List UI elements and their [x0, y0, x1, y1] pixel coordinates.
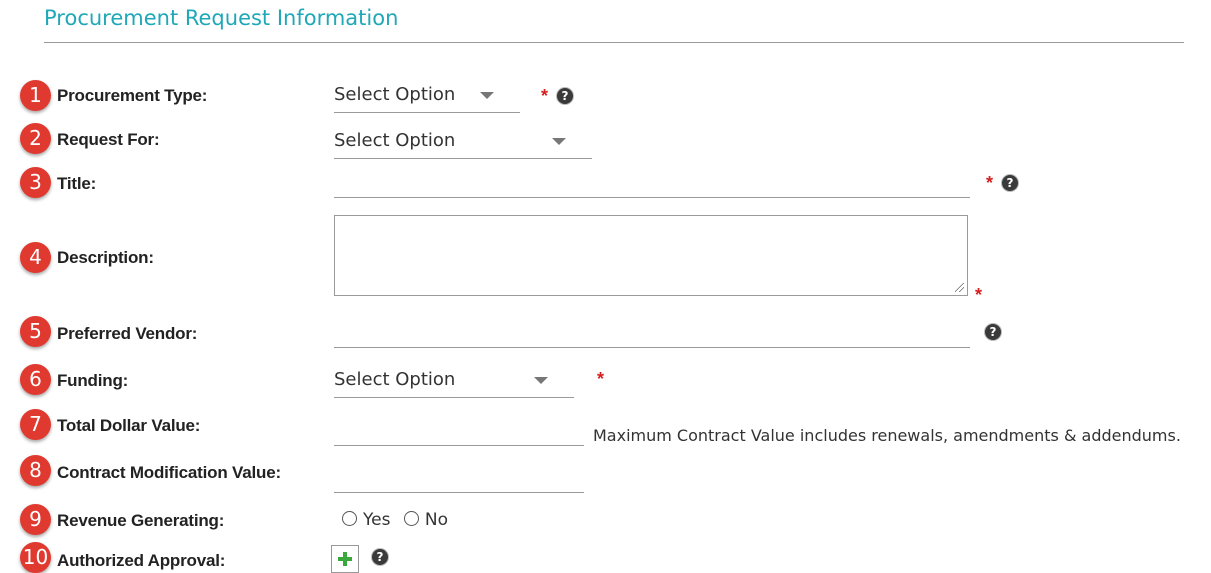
request-for-value: Select Option [334, 130, 456, 151]
required-marker: * [541, 86, 549, 106]
title-input[interactable] [334, 197, 970, 198]
request-for-select[interactable]: Select Option [334, 124, 592, 159]
funding-label: Funding: [57, 371, 129, 390]
contract-modification-value-label: Contract Modification Value: [57, 463, 281, 482]
step-badge-1: 1 [20, 80, 51, 111]
title-label: Title: [57, 174, 97, 193]
step-badge-4: 4 [20, 242, 51, 273]
preferred-vendor-label: Preferred Vendor: [57, 324, 198, 343]
request-for-label: Request For: [57, 130, 160, 149]
help-icon[interactable]: ? [1002, 175, 1018, 191]
revenue-no-option[interactable]: No [403, 510, 448, 530]
step-badge-7: 7 [20, 409, 51, 440]
help-icon[interactable]: ? [557, 88, 573, 104]
procurement-type-select[interactable]: Select Option [334, 78, 520, 113]
step-badge-5: 5 [20, 316, 51, 347]
radio-no[interactable] [403, 511, 419, 526]
radio-yes-label: Yes [363, 510, 391, 530]
authorized-approval-label: Authorized Approval: [57, 551, 226, 570]
step-badge-2: 2 [20, 123, 51, 154]
contract-value-note: Maximum Contract Value includes renewals… [593, 426, 1181, 445]
radio-no-label: No [424, 510, 448, 530]
section-title: Procurement Request Information [44, 6, 399, 30]
chevron-down-icon [534, 377, 548, 384]
revenue-generating-label: Revenue Generating: [57, 511, 225, 530]
required-marker: * [975, 285, 983, 305]
funding-value: Select Option [334, 369, 456, 390]
step-badge-6: 6 [20, 364, 51, 395]
description-textarea[interactable] [334, 215, 968, 296]
add-approval-button[interactable] [331, 545, 359, 573]
revenue-yes-option[interactable]: Yes [342, 510, 390, 530]
plus-icon [338, 552, 352, 566]
required-marker: * [597, 369, 605, 389]
chevron-down-icon [552, 138, 566, 145]
radio-yes[interactable] [342, 511, 357, 526]
help-icon[interactable]: ? [372, 549, 388, 565]
procurement-type-value: Select Option [334, 84, 456, 105]
step-badge-8: 8 [20, 455, 51, 486]
total-dollar-value-input[interactable] [334, 445, 584, 446]
description-label: Description: [57, 248, 154, 267]
resize-grip-icon[interactable] [955, 283, 964, 292]
contract-modification-value-input[interactable] [334, 492, 584, 493]
total-dollar-value-label: Total Dollar Value: [57, 416, 201, 435]
procurement-type-label: Procurement Type: [57, 86, 208, 105]
step-badge-10: 10 [20, 542, 51, 573]
step-badge-3: 3 [20, 167, 51, 198]
funding-select[interactable]: Select Option [334, 363, 574, 398]
chevron-down-icon [480, 92, 494, 99]
step-badge-9: 9 [20, 504, 51, 535]
section-divider [44, 42, 1184, 43]
help-icon[interactable]: ? [985, 324, 1001, 340]
required-marker: * [986, 173, 994, 193]
preferred-vendor-input[interactable] [334, 347, 970, 348]
revenue-generating-radio-group: Yes No [342, 510, 448, 530]
